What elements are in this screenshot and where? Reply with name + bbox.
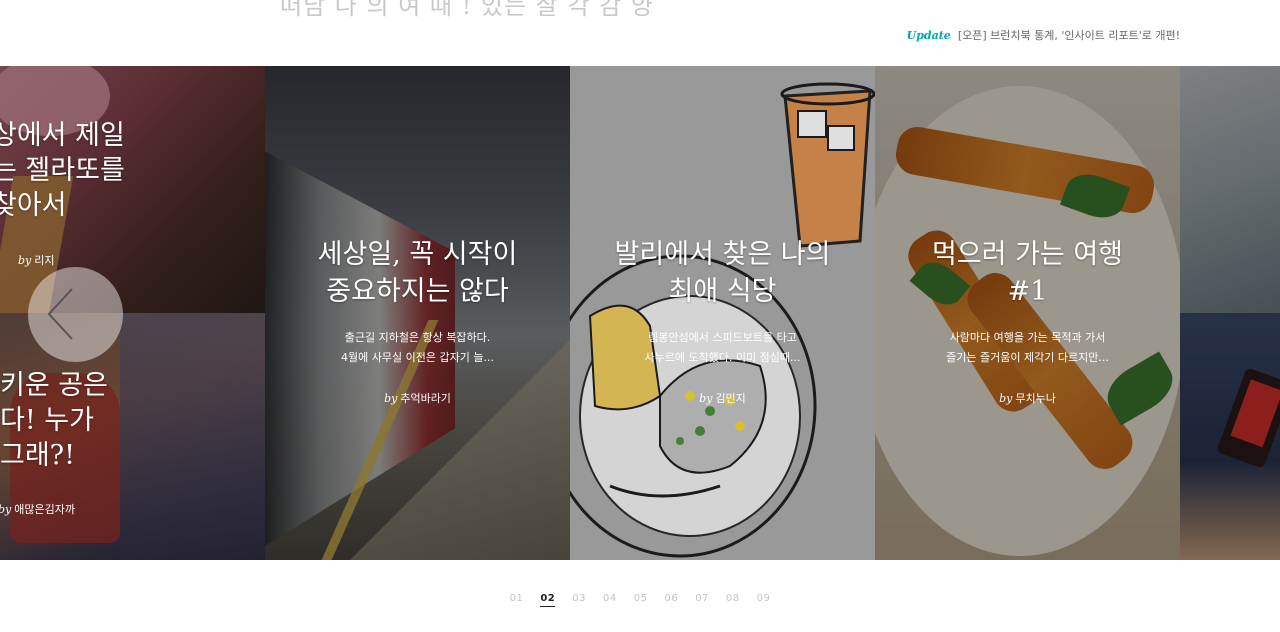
page-item-07[interactable]: 07	[695, 593, 709, 607]
update-notice: Update [오픈] 브런치북 통계, '인사이트 리포트'로 개편!	[907, 27, 1180, 43]
chevron-left-icon	[47, 288, 73, 340]
card-description: 출근길 지하철은 항상 복잡하다. 4월에 사무실 이전은 갑자기 늘...	[341, 331, 494, 364]
card-content: 세상일, 꼭 시작이 중요하지는 않다 출근길 지하철은 항상 복잡하다. 4월…	[265, 236, 570, 406]
card-title: 상에서 제일 는 젤라또를 찾아서	[0, 120, 125, 221]
carousel-card-subway[interactable]: 세상일, 꼭 시작이 중요하지는 않다 출근길 지하철은 항상 복잡하다. 4월…	[265, 66, 570, 560]
page-item-01[interactable]: 01	[510, 593, 524, 607]
faded-heading: 떠남 나 의 여 때 ! 있는 잘 각 감 양	[280, 0, 654, 20]
page-item-02[interactable]: 02	[540, 593, 556, 607]
card-author: by 무치누나	[999, 392, 1056, 405]
featured-carousel: 상에서 제일 는 젤라또를 찾아서 by 리지 키운 공은 다! 누가 그래?! …	[0, 66, 1280, 560]
top-strip: 떠남 나 의 여 때 ! 있는 잘 각 감 양 Update [오픈] 브런치북…	[0, 0, 1280, 66]
card-title: 세상일, 꼭 시작이 중요하지는 않다	[317, 239, 518, 307]
page-item-04[interactable]: 04	[603, 593, 617, 607]
card-author: by 추억바라기	[384, 392, 451, 405]
page-item-06[interactable]: 06	[664, 593, 678, 607]
card-description: 사람마다 여행을 가는 목적과 가서 즐기는 즐거움이 제각기 다르지만...	[946, 331, 1109, 364]
card-title: 먹으러 가는 여행 #1	[931, 239, 1124, 307]
card-author: by 김민지	[699, 392, 746, 405]
carousel-prev-button[interactable]	[28, 267, 123, 362]
page-item-09[interactable]: 09	[757, 593, 771, 607]
page-item-03[interactable]: 03	[572, 593, 586, 607]
update-label: Update	[906, 29, 951, 42]
page-item-05[interactable]: 05	[634, 593, 648, 607]
card-author: by 리지	[18, 254, 55, 267]
card-content: 발리에서 찾은 나의 최애 식당 렘봉안섬에서 스피드보트를 타고 사누르에 도…	[570, 236, 875, 406]
card-content: 먹으러 가는 여행 #1 사람마다 여행을 가는 목적과 가서 즐기는 즐거움이…	[875, 236, 1180, 406]
carousel-card-sketch[interactable]: 발리에서 찾은 나의 최애 식당 렘봉안섬에서 스피드보트를 타고 사누르에 도…	[570, 66, 875, 560]
carousel-card-right-top[interactable]	[1180, 66, 1280, 313]
card-title: 키운 공은 다! 누가 그래?!	[0, 370, 108, 471]
carousel-pagination: 01 02 03 04 05 06 07 08 09	[0, 586, 1280, 607]
carousel-card-noodle[interactable]: 먹으러 가는 여행 #1 사람마다 여행을 가는 목적과 가서 즐기는 즐거움이…	[875, 66, 1180, 560]
carousel-card-right-bottom[interactable]	[1180, 313, 1280, 560]
page-item-08[interactable]: 08	[726, 593, 740, 607]
card-title: 발리에서 찾은 나의 최애 식당	[614, 239, 831, 307]
card-author: by애많은김자까	[0, 503, 75, 516]
card-description: 렘봉안섬에서 스피드보트를 타고 사누르에 도착했다. 이미 점심때...	[644, 331, 801, 364]
update-link[interactable]: [오픈] 브런치북 통계, '인사이트 리포트'로 개편!	[958, 27, 1180, 43]
page-list: 01 02 03 04 05 06 07 08 09	[510, 593, 771, 607]
